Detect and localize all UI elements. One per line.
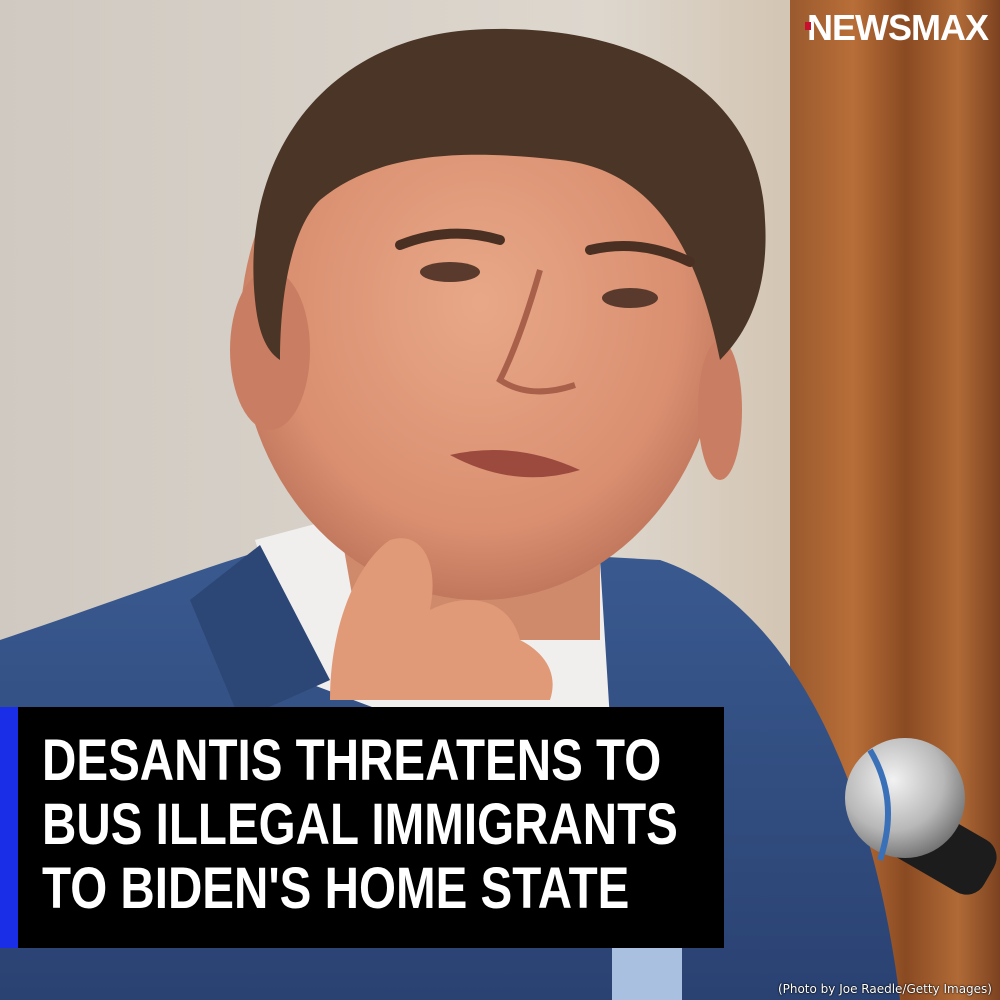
headline-line-2: BUS ILLEGAL IMMIGRANTS — [42, 792, 678, 857]
headline-accent-bar — [0, 707, 18, 948]
news-graphic: NEWSMAX DESANTIS THREATENS TO BUS ILLEGA… — [0, 0, 1000, 1000]
microphone-head — [845, 738, 965, 858]
headline: DESANTIS THREATENS TO BUS ILLEGAL IMMIGR… — [42, 728, 678, 921]
newsmax-logo: NEWSMAX — [805, 7, 989, 48]
headline-line-1: DESANTIS THREATENS TO — [42, 728, 662, 793]
eye-left — [420, 262, 480, 282]
logo-accent-mark — [805, 22, 811, 30]
photo-credit: (Photo by Joe Raedle/Getty Images) — [777, 982, 992, 996]
headline-box: DESANTIS THREATENS TO BUS ILLEGAL IMMIGR… — [0, 707, 724, 948]
ear-right — [698, 340, 742, 480]
logo-text: NEWSMAX — [807, 7, 989, 48]
eye-right — [602, 288, 658, 308]
headline-line-3: TO BIDEN'S HOME STATE — [42, 856, 630, 921]
tie — [612, 940, 682, 1000]
